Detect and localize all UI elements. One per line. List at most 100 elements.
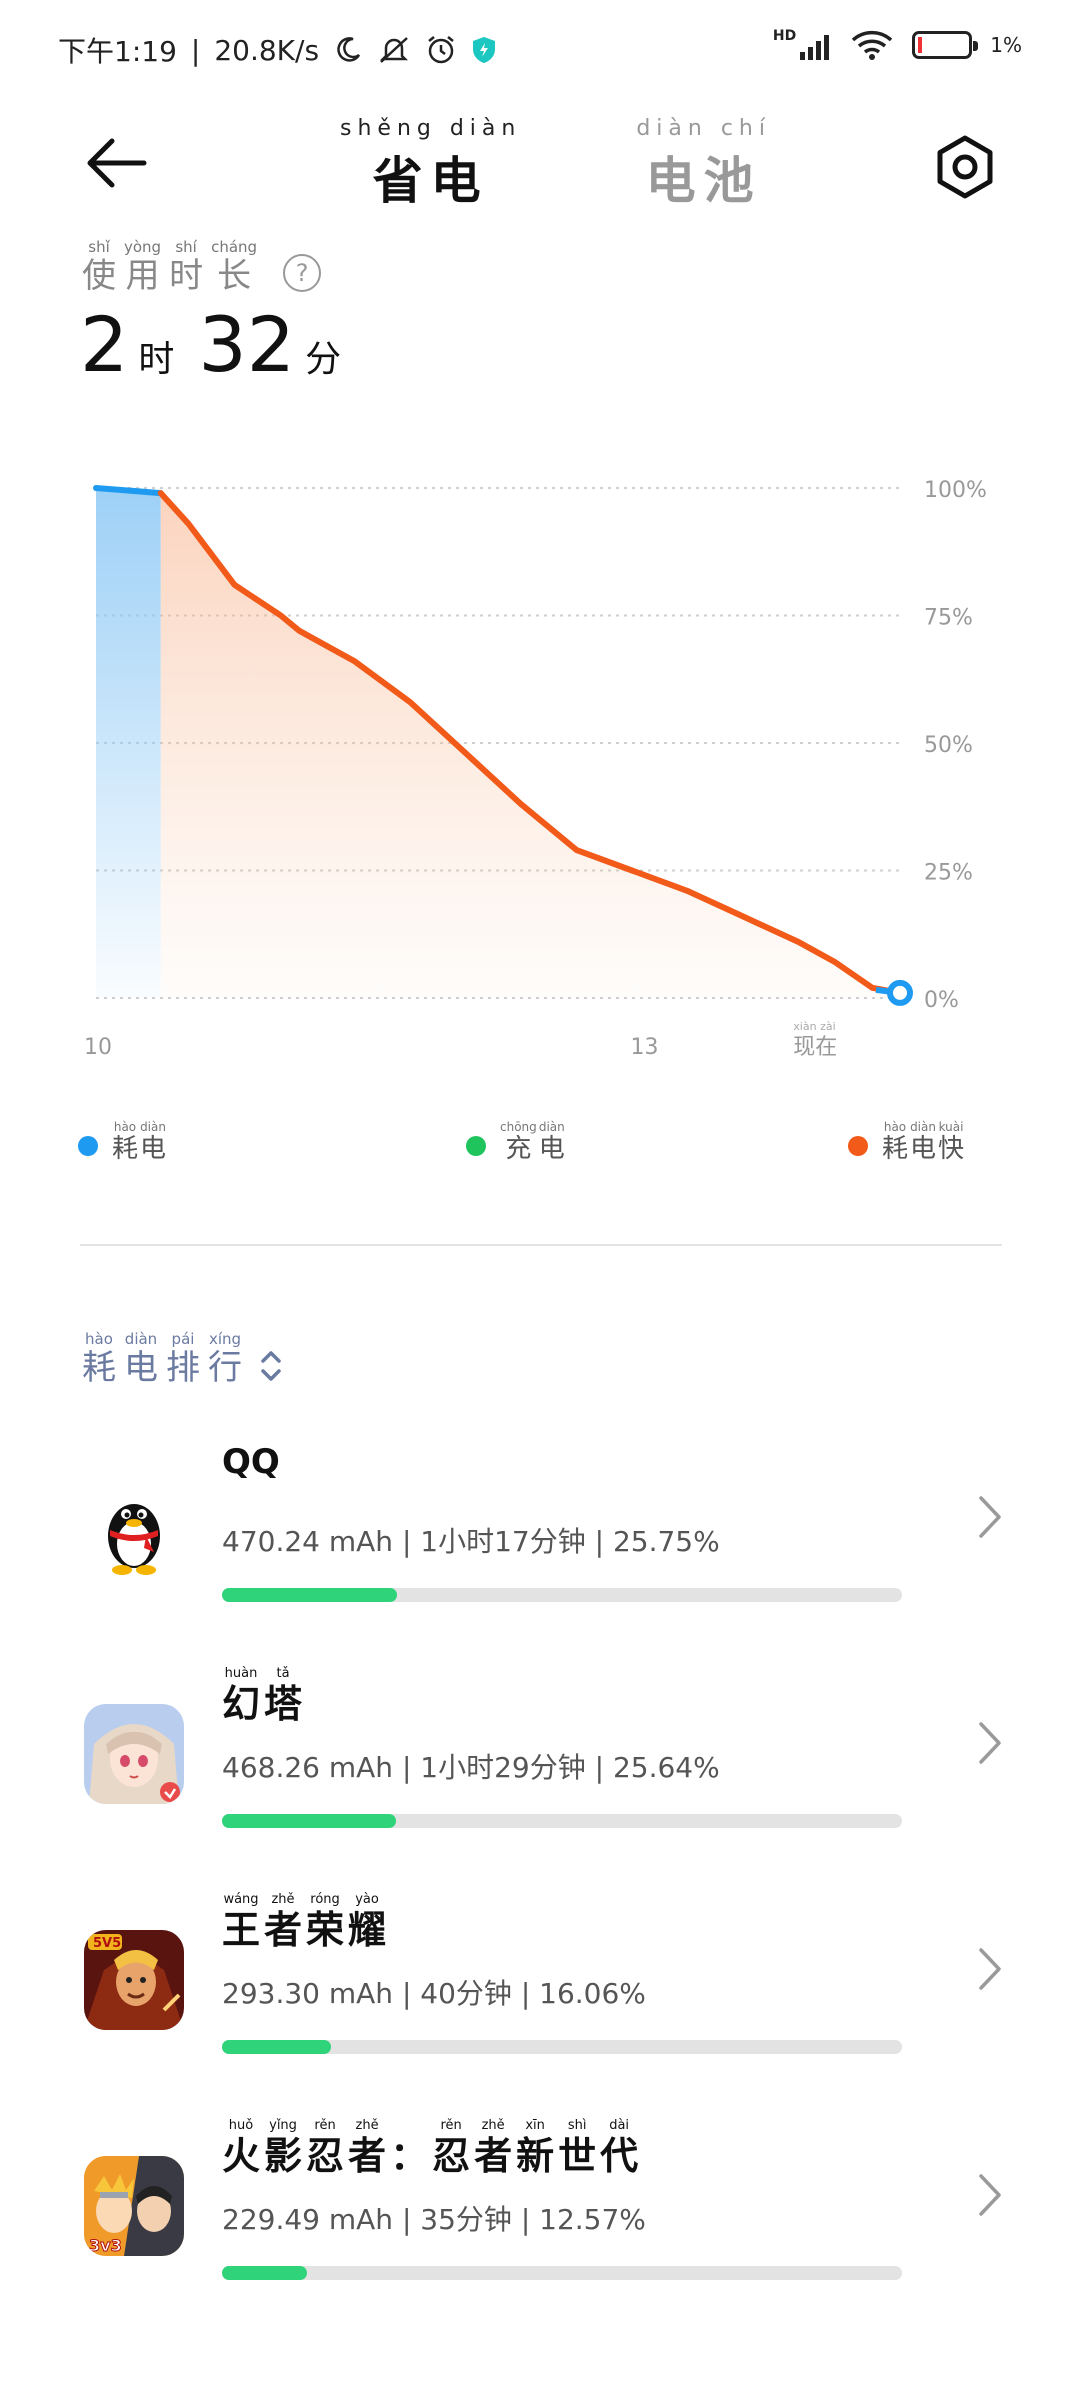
usage-minutes: 32 [198,300,296,389]
back-arrow-icon[interactable] [82,128,152,198]
signal-icon [800,35,830,60]
usage-duration-value: 2 时 32 分 [80,300,355,389]
app-name-char-char: 影 [264,2134,303,2178]
app-name-char: huǒ 火 [222,2118,260,2178]
app-name-char: yǐng 影 [264,2118,302,2178]
ranking-title-char-char: 耗 [82,1348,116,1388]
battery-level-chart: 100% 75% 50% 25% 0% 10 13 现在 xiàn zài [0,470,1080,1090]
ranking-title-char-char: 行 [208,1348,242,1388]
chevron-right-icon [979,1722,1001,1764]
usage-label-char-char: 用 [125,256,160,296]
legend-char: hào 耗 [112,1120,138,1164]
x-tick-label: 10 [84,1035,112,1060]
status-right: HD 1% [773,28,1022,62]
app-name-char-pinyin: xīn [525,2118,545,2133]
app-name-char: dài 代 [600,2118,638,2178]
app-name: QQ [222,1440,280,1484]
ranking-title-char: pái 排 [166,1330,200,1388]
tab-power-saving-label: 省电 [372,152,489,210]
app-name-char-char: 幻 [222,1682,261,1726]
legend-dot [466,1136,486,1156]
legend-char-pinyin: hào [883,1120,907,1134]
legend-item: chōng 充 diàn 电 [466,1120,565,1164]
settings-gear-icon[interactable] [930,132,1000,202]
help-icon[interactable]: ? [283,254,322,292]
usage-progress-bar [222,1588,902,1602]
app-name-char: shì 世 [558,2118,596,2178]
legend-char-text: 耗 [882,1134,909,1164]
ranking-title-char-char: 电 [124,1348,158,1388]
legend-item: hào 耗 diàn 电 [78,1120,166,1164]
app-name-chars: huǒ 火 yǐng 影 rěn 忍 zhě 者： rěn 忍 zhě 者 xīn 新 shì 世 dài 代 [222,2118,638,2178]
chevron-right-icon [979,1496,1001,1538]
usage-label-char-pinyin: yòng [124,238,162,256]
chart-svg: 100% 75% 50% 25% 0% 10 13 现在 xiàn zài [84,478,987,1060]
app-usage-row[interactable]: 5V5 wáng 王 zhě 者 róng 荣 yào 耀 293.30 mAh | 40分钟 |… [0,1872,1080,2092]
app-name-char-pinyin: rěn [440,2118,462,2133]
network-label: HD [772,28,797,44]
mute-bell-icon [380,37,409,63]
tab-battery[interactable]: diàn chí 电池 [636,116,771,213]
ranking-title-char-char: 排 [166,1348,200,1388]
status-left: 下午1:19 | 20.8K/s [58,30,497,70]
legend-char-pinyin: diàn [910,1120,936,1134]
usage-label-char-pinyin: cháng [211,238,258,256]
chart-legend: hào 耗 diàn 电 chōng 充 diàn 电 hào 耗 diàn 电 kuài 快 [78,1120,1008,1180]
app-name-char-pinyin: dài [609,2118,630,2133]
app-icon [84,1478,184,1578]
x-tick-label: 现在 [793,1035,837,1060]
alarm-icon [428,36,454,64]
usage-label-char: cháng 长 [211,238,257,296]
usage-label-chars: shǐ 使 yòng 用 shí 时 cháng 长? [82,238,322,296]
series-area-0 [96,488,161,998]
ranking-title-char: diàn 电 [124,1330,158,1388]
legend-char: diàn 电 [140,1120,166,1164]
legend-label: hào 耗 diàn 电 kuài 快 [882,1120,964,1164]
shield-icon [473,37,496,63]
usage-progress-fill [222,1814,397,1828]
usage-label-char: shǐ 使 [82,238,116,296]
app-name-char-pinyin: huàn [224,1666,258,1681]
app-name-char-pinyin: shì [567,2118,587,2133]
usage-minutes-unit: 分 [305,339,342,380]
app-usage-row[interactable]: huàn 幻 tǎ 塔 468.26 mAh | 1小时29分钟 | 25.64% [0,1646,1080,1866]
ranking-sort-toggle[interactable]: hào 耗 diàn 电 pái 排 xíng 行 [82,1330,286,1388]
tab-bar: shěng diàn 省电 diàn chí 电池 [340,116,771,213]
app-name-chars: huàn 幻 tǎ 塔 [222,1666,302,1726]
usage-progress-fill [222,2266,308,2280]
y-tick-label: 25% [924,861,973,886]
app-name-text: QQ [222,1442,280,1482]
app-usage-row[interactable]: QQ 470.24 mAh | 1小时17分钟 | 25.75% [0,1420,1080,1640]
usage-label-char-char: 时 [169,256,204,296]
tab-power-saving[interactable]: shěng diàn 省电 [340,116,521,213]
app-usage-row[interactable]: 3v3 huǒ 火 yǐng 影 rěn 忍 zhě 者： rěn 忍 zhě 者 xīn 新 shì 世 dài… [0,2098,1080,2318]
app-name-char-pinyin: zhě [271,1892,295,1907]
app-name-char-pinyin: zhě [355,2118,379,2133]
moon-icon [337,37,361,62]
legend-char-pinyin: chōng [500,1120,537,1134]
app-usage-stats: 468.26 mAh | 1小时29分钟 | 25.64% [222,1751,720,1784]
legend-char: diàn 电 [539,1120,565,1164]
usage-label-char-char: 使 [82,256,116,296]
ranking-title-char-pinyin: diàn [124,1330,158,1348]
usage-hours: 2 [80,300,129,389]
legend-char: chōng 充 [500,1120,537,1164]
app-name-char-pinyin: yào [355,1892,379,1907]
usage-label-char-pinyin: shí [175,238,197,256]
legend-dot [78,1136,98,1156]
y-tick-label: 75% [924,606,973,631]
app-name-char-char: ： [390,2134,429,2178]
ranking-title-char-pinyin: hào [85,1330,113,1348]
tab-battery-pinyin: diàn chí [636,116,771,141]
app-name: wáng 王 zhě 者 róng 荣 yào 耀 [222,1892,386,1952]
ranking-title-char-pinyin: pái [171,1330,195,1348]
app-name-char-pinyin: rěn [314,2118,336,2133]
legend-char-pinyin: hào [113,1120,137,1134]
y-tick-label: 100% [924,478,987,503]
usage-hours-unit: 时 [138,339,175,380]
usage-progress-fill [222,1588,398,1602]
app-name-char-pinyin: tǎ [276,1666,290,1681]
legend-char: hào 耗 [882,1120,908,1164]
app-usage-stats: 293.30 mAh | 40分钟 | 16.06% [222,1977,646,2010]
legend-char-pinyin: diàn [140,1120,166,1134]
